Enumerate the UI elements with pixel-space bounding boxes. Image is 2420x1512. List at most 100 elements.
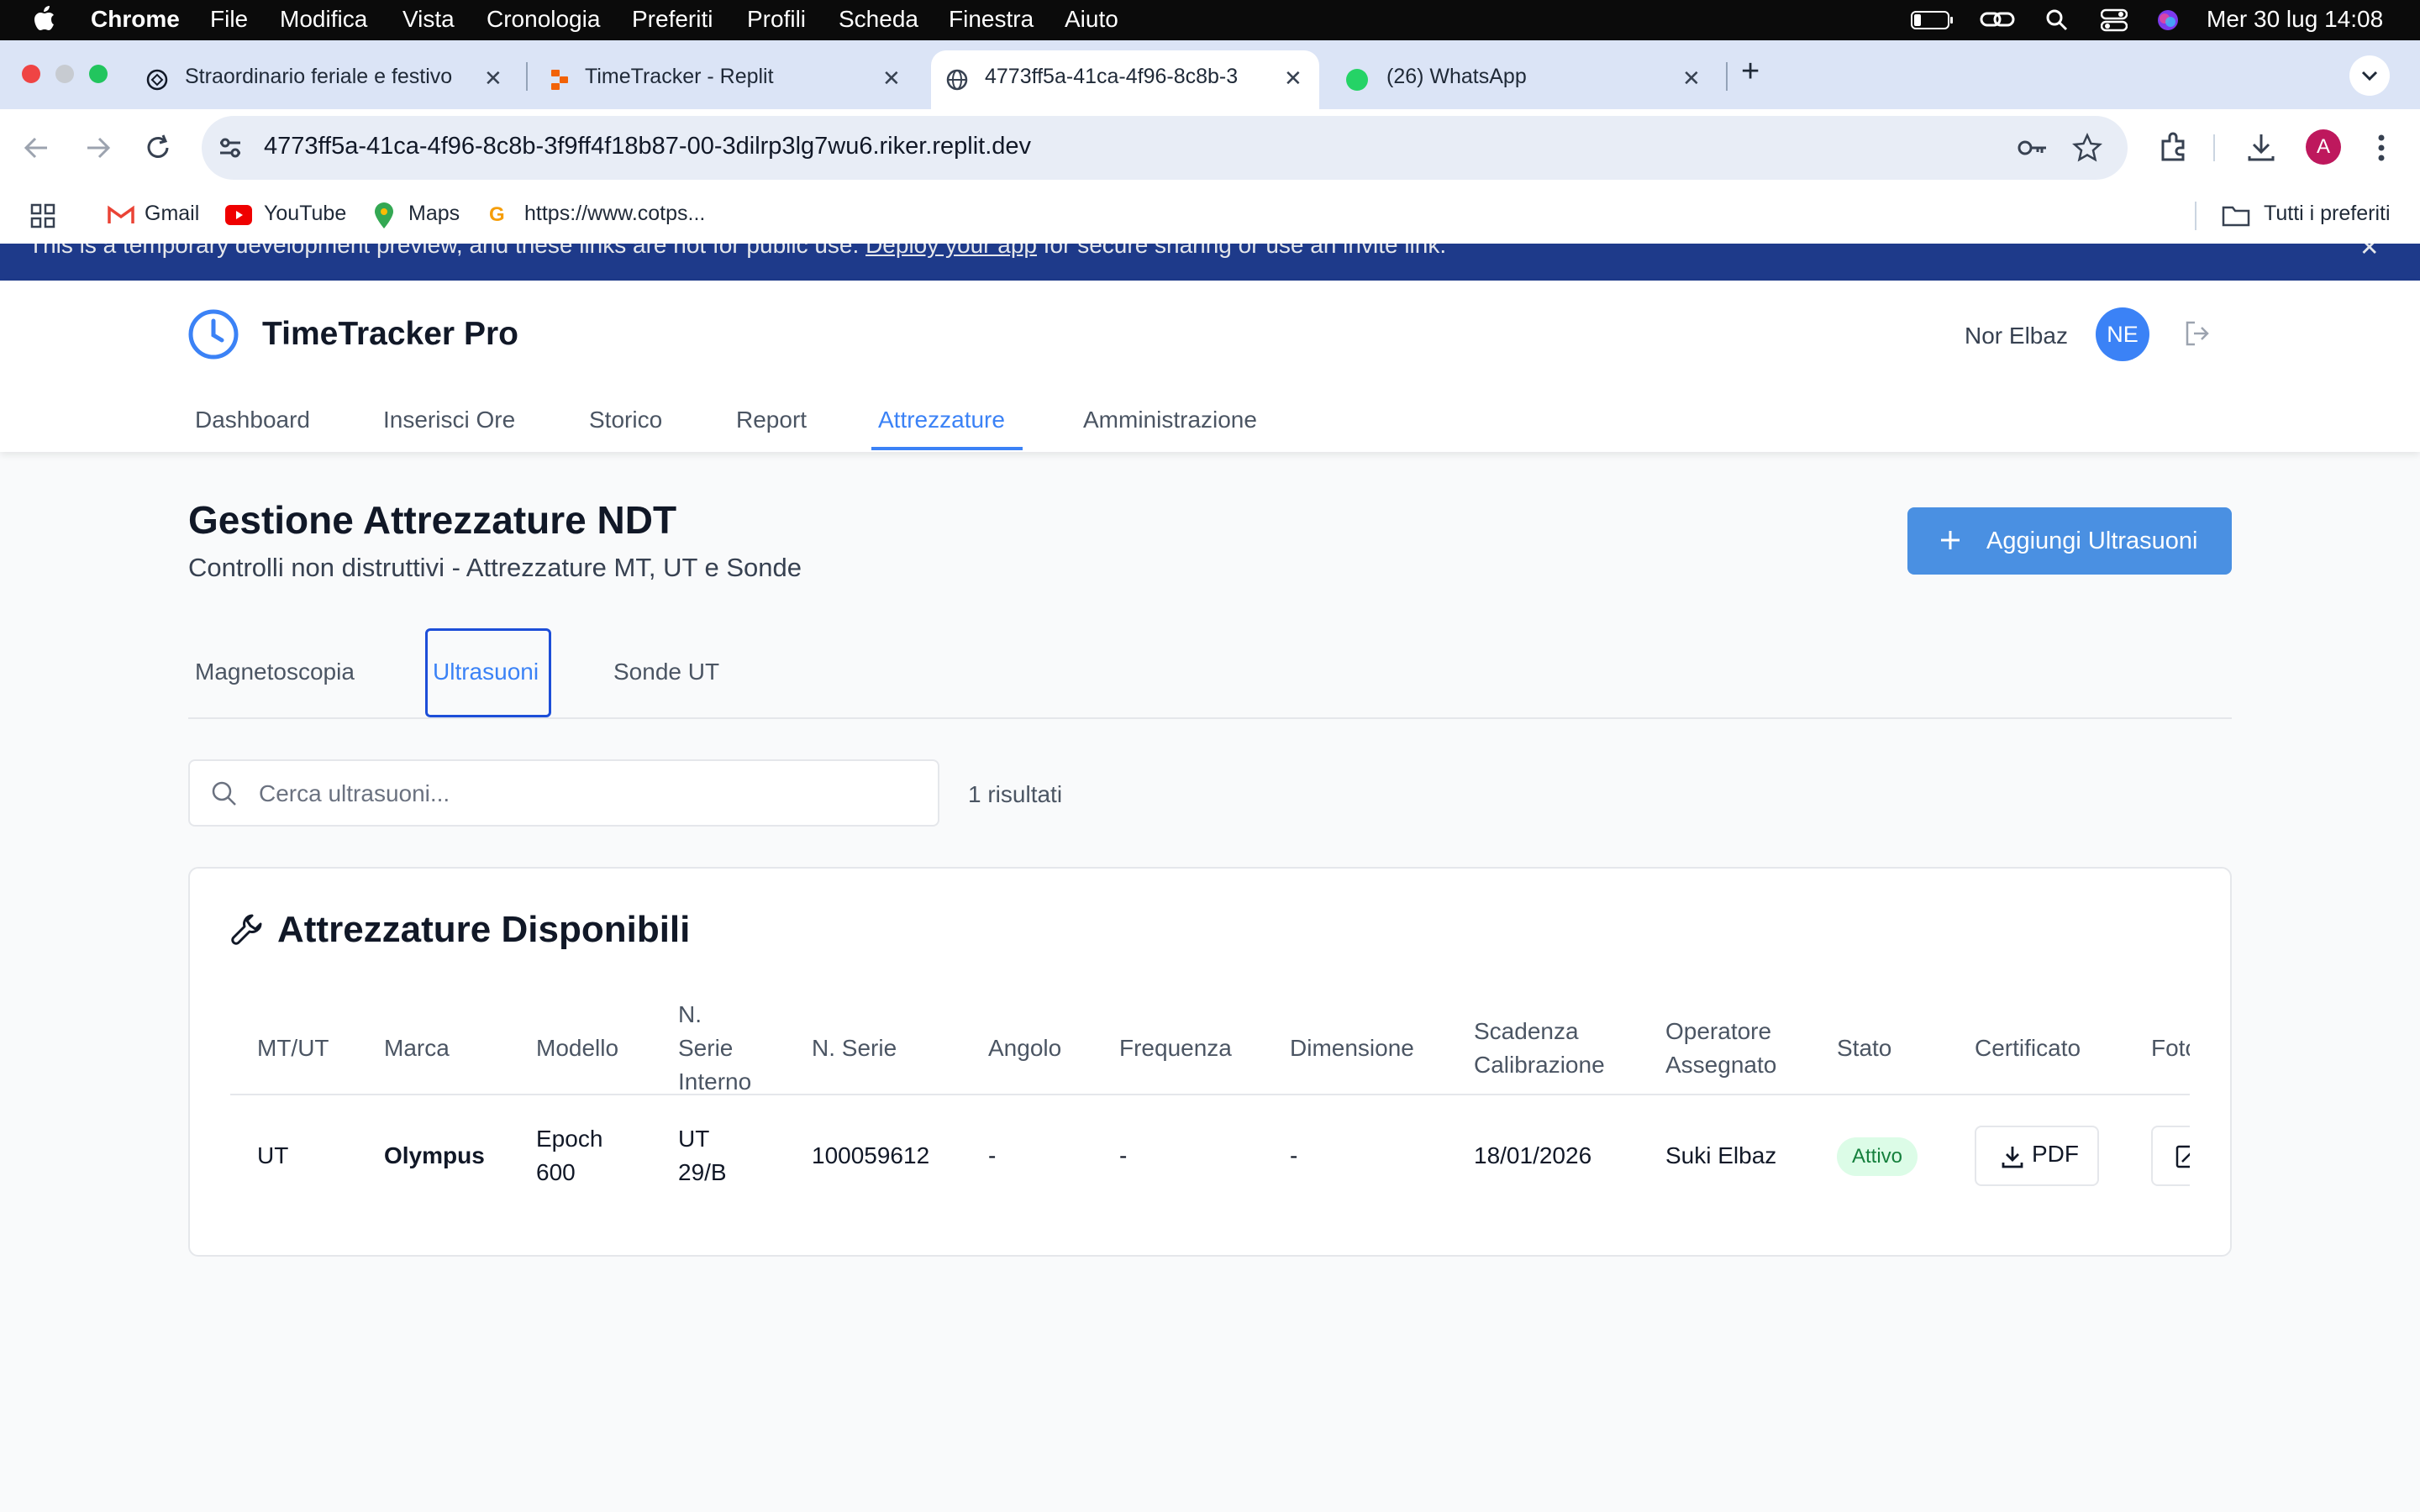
header-line: Operatore bbox=[1665, 1018, 1772, 1044]
nav-attrezzature[interactable]: Attrezzature bbox=[878, 407, 1005, 433]
column-header-angolo[interactable]: Angolo bbox=[988, 1032, 1061, 1065]
nav-inserisci-ore[interactable]: Inserisci Ore bbox=[383, 407, 515, 433]
search-input[interactable] bbox=[257, 761, 924, 827]
more-menu-icon[interactable] bbox=[2376, 133, 2386, 163]
menubar-clock[interactable]: Mer 30 lug 14:08 bbox=[2207, 6, 2383, 33]
menu-aiuto[interactable]: Aiuto bbox=[1065, 6, 1118, 33]
maps-pin-icon bbox=[373, 202, 395, 230]
cell-marca: Olympus bbox=[384, 1142, 485, 1168]
toolbar-divider bbox=[2213, 134, 2215, 161]
forward-icon[interactable] bbox=[82, 134, 113, 161]
browser-tab[interactable]: Straordinario feriale e festivo ✕ bbox=[133, 50, 519, 109]
download-pdf-button[interactable]: PDF bbox=[1975, 1126, 2099, 1186]
close-icon[interactable]: ✕ bbox=[1682, 66, 1701, 92]
menu-preferiti[interactable]: Preferiti bbox=[632, 6, 713, 33]
column-header-serie-interno[interactable]: N. Serie Interno bbox=[678, 998, 751, 1099]
bookmark-youtube[interactable]: YouTube bbox=[264, 202, 346, 226]
all-bookmarks-folder[interactable]: Tutti i preferiti bbox=[2264, 202, 2391, 226]
spotlight-search-icon[interactable] bbox=[2045, 8, 2069, 32]
menu-file[interactable]: File bbox=[210, 6, 248, 33]
page-subtitle: Controlli non distruttivi - Attrezzature… bbox=[188, 553, 802, 582]
bookmark-gmail[interactable]: Gmail bbox=[145, 202, 199, 226]
bookmark-star-icon[interactable] bbox=[2072, 133, 2102, 163]
deploy-link[interactable]: Deploy your app bbox=[865, 244, 1037, 258]
control-center-icon[interactable] bbox=[2101, 8, 2128, 32]
status-badge: Attivo bbox=[1837, 1137, 1918, 1176]
battery-icon[interactable] bbox=[1911, 10, 1954, 30]
banner-close-icon[interactable]: ✕ bbox=[2360, 244, 2379, 261]
table-header-divider bbox=[230, 1094, 2190, 1095]
cell-mtut: UT bbox=[257, 1142, 289, 1168]
cell-dimensione: - bbox=[1290, 1142, 1298, 1168]
apps-grid-icon[interactable] bbox=[30, 203, 55, 228]
column-header-marca[interactable]: Marca bbox=[384, 1032, 450, 1065]
profile-avatar[interactable]: A bbox=[2306, 129, 2341, 165]
bookmark-maps[interactable]: Maps bbox=[408, 202, 460, 226]
logout-icon[interactable] bbox=[2183, 319, 2212, 348]
extensions-icon[interactable] bbox=[2158, 131, 2190, 163]
menu-modifica[interactable]: Modifica bbox=[280, 6, 367, 33]
subtab-magnetoscopia[interactable]: Magnetoscopia bbox=[195, 659, 355, 685]
tab-title: TimeTracker - Replit bbox=[585, 65, 774, 88]
site-info-icon[interactable] bbox=[217, 134, 244, 161]
search-icon bbox=[210, 780, 239, 808]
menu-finestra[interactable]: Finestra bbox=[949, 6, 1034, 33]
url-text[interactable]: 4773ff5a-41ca-4f96-8c8b-3f9ff4f18b87-00-… bbox=[264, 133, 1031, 160]
results-count: 1 risultati bbox=[968, 781, 1063, 807]
column-header-serie[interactable]: N. Serie bbox=[812, 1032, 897, 1065]
close-icon[interactable]: ✕ bbox=[882, 66, 901, 92]
screen-mirroring-icon[interactable] bbox=[1980, 8, 2017, 32]
dev-preview-banner: This is a temporary development preview,… bbox=[0, 244, 2420, 281]
menu-cronologia[interactable]: Cronologia bbox=[487, 6, 600, 33]
column-header-stato[interactable]: Stato bbox=[1837, 1032, 1891, 1065]
add-ultrasuoni-button[interactable]: Aggiungi Ultrasuoni bbox=[1907, 507, 2232, 575]
nav-amministrazione[interactable]: Amministrazione bbox=[1083, 407, 1257, 433]
window-zoom-icon[interactable] bbox=[89, 65, 108, 83]
column-header-foto[interactable]: Foto bbox=[2151, 1032, 2190, 1065]
tab-title: Straordinario feriale e festivo bbox=[185, 65, 453, 88]
new-tab-icon[interactable]: + bbox=[1741, 54, 1760, 90]
column-header-certificato[interactable]: Certificato bbox=[1975, 1032, 2081, 1065]
nav-dashboard[interactable]: Dashboard bbox=[195, 407, 310, 433]
subtab-ultrasuoni[interactable]: Ultrasuoni bbox=[433, 659, 539, 685]
reload-icon[interactable] bbox=[143, 133, 173, 163]
column-header-mtut[interactable]: MT/UT bbox=[257, 1032, 329, 1065]
column-header-dimensione[interactable]: Dimensione bbox=[1290, 1032, 1414, 1065]
bookmarks-divider bbox=[2195, 202, 2196, 230]
menu-vista[interactable]: Vista bbox=[402, 6, 455, 33]
apple-icon[interactable] bbox=[34, 5, 55, 32]
subtabs-divider bbox=[188, 717, 2232, 719]
menu-scheda[interactable]: Scheda bbox=[839, 6, 918, 33]
chevron-down-icon bbox=[2361, 71, 2378, 81]
site-favicon-icon: G bbox=[489, 203, 505, 226]
column-header-frequenza[interactable]: Frequenza bbox=[1119, 1032, 1232, 1065]
window-minimize-icon[interactable] bbox=[55, 65, 74, 83]
column-header-scadenza[interactable]: Scadenza Calibrazione bbox=[1474, 1015, 1605, 1082]
tab-title: (26) WhatsApp bbox=[1386, 65, 1527, 88]
tab-search-button[interactable] bbox=[2349, 55, 2390, 96]
menu-profili[interactable]: Profili bbox=[747, 6, 806, 33]
window-close-icon[interactable] bbox=[22, 65, 40, 83]
column-header-modello[interactable]: Modello bbox=[536, 1032, 618, 1065]
password-key-icon[interactable] bbox=[2017, 134, 2049, 161]
nav-report[interactable]: Report bbox=[736, 407, 807, 433]
folder-icon bbox=[2222, 205, 2250, 227]
menubar-app-name[interactable]: Chrome bbox=[91, 6, 180, 33]
browser-tab[interactable]: TimeTracker - Replit ✕ bbox=[534, 50, 919, 109]
close-icon[interactable]: ✕ bbox=[1284, 66, 1302, 92]
close-icon[interactable]: ✕ bbox=[484, 66, 502, 92]
browser-tab-active[interactable]: 4773ff5a-41ca-4f96-8c8b-3 ✕ bbox=[931, 50, 1319, 109]
subtab-sonde-ut[interactable]: Sonde UT bbox=[613, 659, 719, 685]
nav-storico[interactable]: Storico bbox=[589, 407, 662, 433]
cell-scadenza: 18/01/2026 bbox=[1474, 1142, 1592, 1168]
header-line: Assegnato bbox=[1665, 1052, 1777, 1078]
back-icon[interactable] bbox=[22, 134, 52, 161]
column-header-operatore[interactable]: Operatore Assegnato bbox=[1665, 1015, 1776, 1082]
bookmarks-bar: Gmail YouTube Maps G https://www.cotps..… bbox=[0, 186, 2420, 244]
siri-icon[interactable] bbox=[2156, 8, 2180, 32]
bookmark-cotps[interactable]: https://www.cotps... bbox=[524, 202, 705, 226]
browser-tab[interactable]: (26) WhatsApp ✕ bbox=[1329, 50, 1716, 109]
user-avatar[interactable]: NE bbox=[2096, 307, 2149, 361]
download-icon[interactable] bbox=[2245, 131, 2277, 163]
photo-button[interactable] bbox=[2151, 1126, 2190, 1186]
